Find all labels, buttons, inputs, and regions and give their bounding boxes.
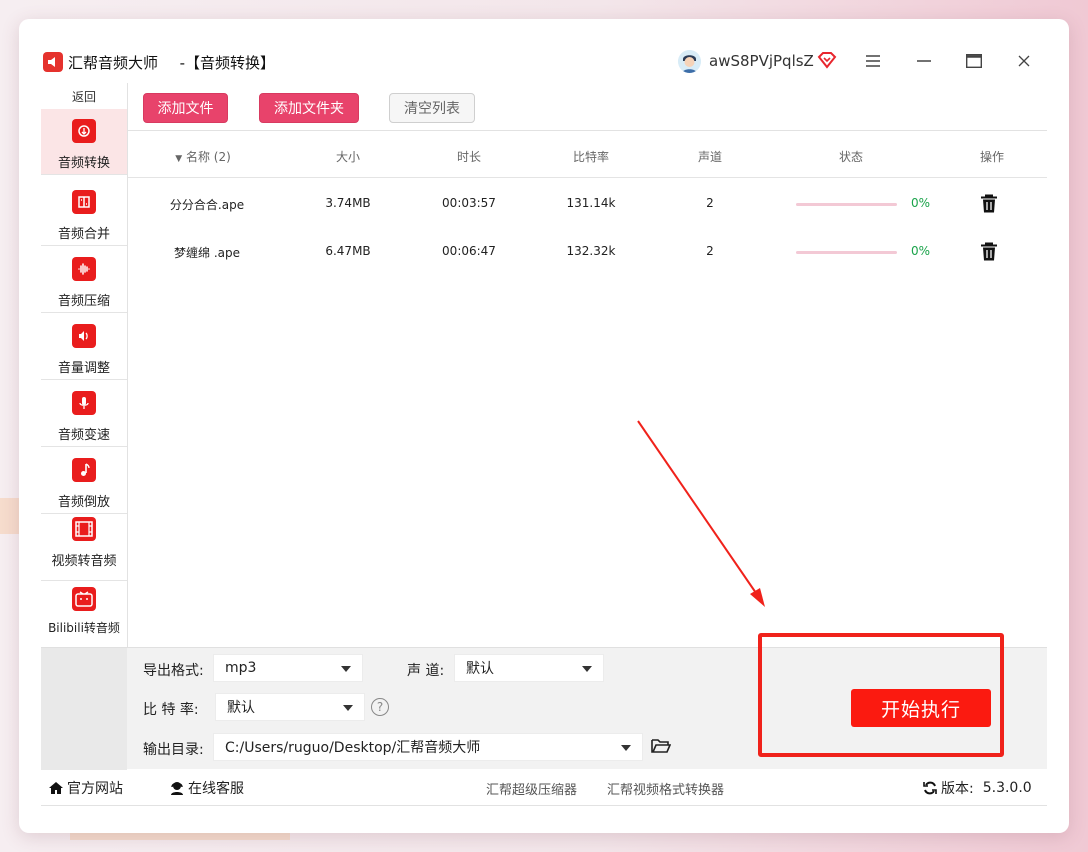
- settings-panel-gutter: [41, 648, 127, 770]
- footer-divider: [41, 805, 1047, 806]
- chevron-down-icon: [621, 745, 631, 751]
- channel-value: 默认: [466, 661, 494, 677]
- bitrate-label: 比 特 率:: [143, 702, 199, 718]
- bitrate-value: 默认: [227, 700, 255, 716]
- chevron-down-icon: [343, 705, 353, 711]
- format-label: 导出格式:: [143, 663, 204, 679]
- output-label: 输出目录:: [143, 742, 204, 758]
- version-number: 5.3.0.0: [982, 780, 1032, 796]
- format-value: mp3: [225, 660, 257, 676]
- channel-select[interactable]: 默认: [454, 654, 604, 682]
- help-icon[interactable]: ?: [371, 698, 389, 716]
- chevron-down-icon: [341, 666, 351, 672]
- video-converter-link[interactable]: 汇帮视频格式转换器: [607, 779, 724, 798]
- annotation-highlight-box: [758, 633, 1004, 757]
- version-info[interactable]: 版本: 5.3.0.0: [922, 778, 1032, 798]
- background-band: [70, 832, 290, 840]
- official-website-link[interactable]: 官方网站: [48, 778, 123, 798]
- bitrate-select[interactable]: 默认: [215, 693, 365, 721]
- version-label: 版本:: [941, 781, 974, 797]
- footer: 官方网站 在线客服 汇帮超级压缩器 汇帮视频格式转换器 版本: 5.3.0.0: [19, 771, 1069, 803]
- online-support-link[interactable]: 在线客服: [169, 778, 244, 798]
- home-icon: [49, 782, 63, 794]
- headset-icon: [171, 782, 183, 795]
- folder-open-icon[interactable]: [651, 738, 672, 758]
- compressor-link[interactable]: 汇帮超级压缩器: [486, 779, 577, 798]
- website-label: 官方网站: [67, 781, 123, 797]
- support-label: 在线客服: [188, 781, 244, 797]
- app-window: 汇帮音频大师 -【音频转换】 awS8PVjPqlsZ 返回 音频转换 音频合并…: [19, 19, 1069, 833]
- format-select[interactable]: mp3: [213, 654, 363, 682]
- chevron-down-icon: [582, 666, 592, 672]
- output-directory-select[interactable]: C:/Users/ruguo/Desktop/汇帮音频大师: [213, 733, 643, 761]
- refresh-icon: [923, 781, 937, 795]
- output-path: C:/Users/ruguo/Desktop/汇帮音频大师: [225, 740, 481, 756]
- channel-label: 声 道:: [407, 663, 445, 679]
